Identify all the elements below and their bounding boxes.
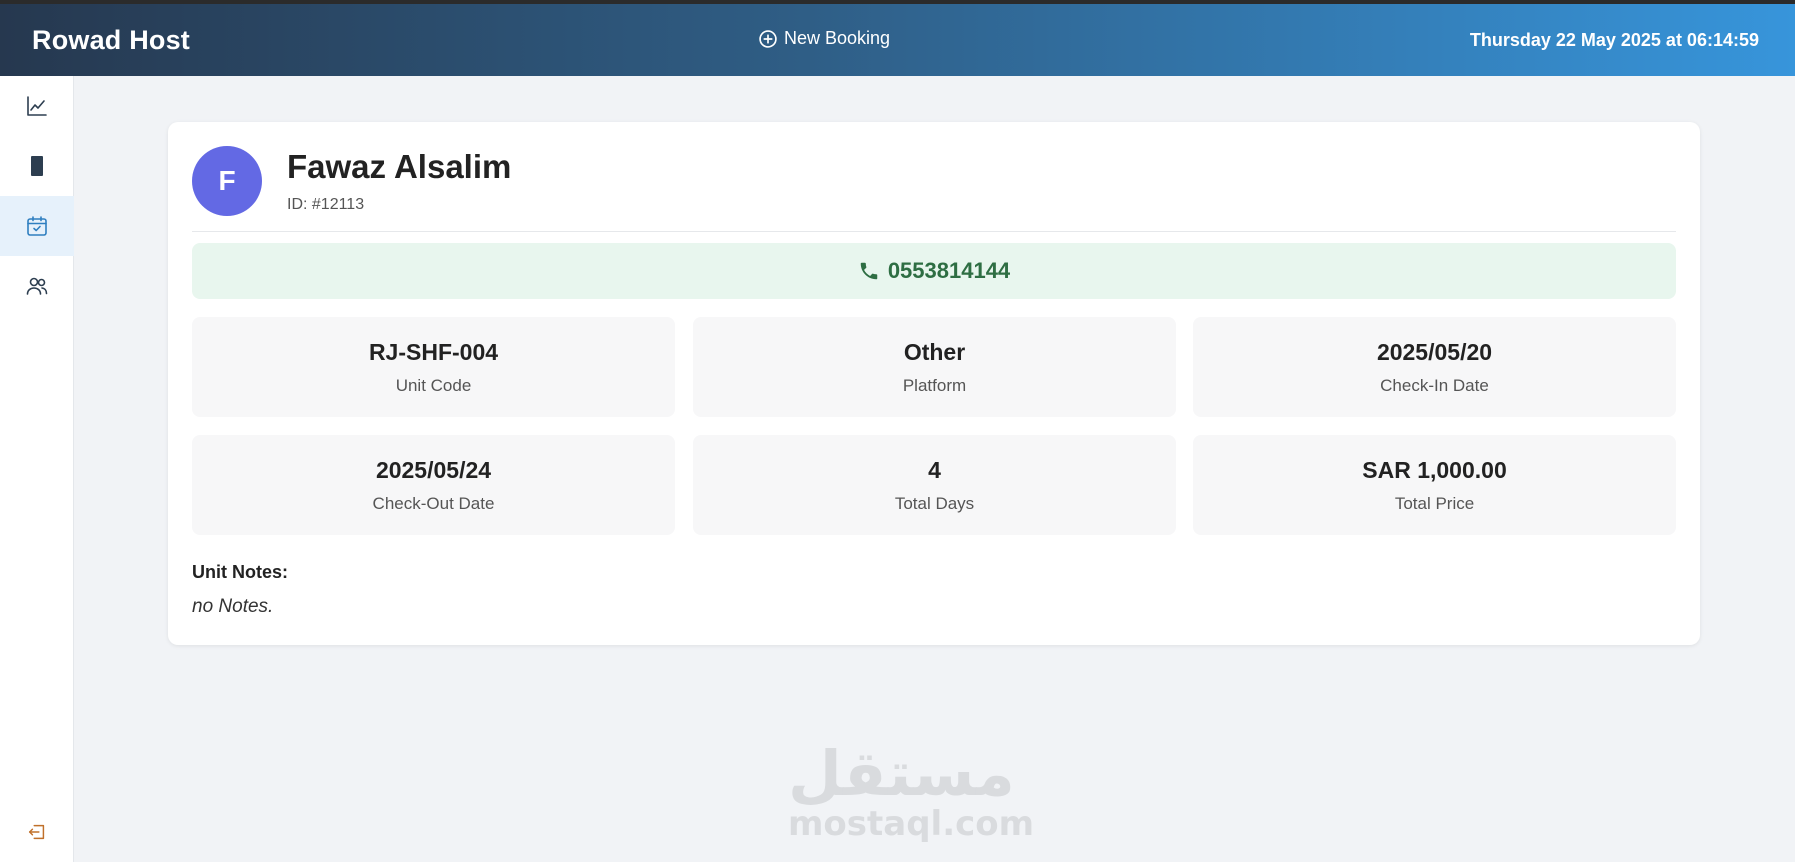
detail-total-days: 4 Total Days [693, 435, 1176, 535]
building-icon [31, 156, 43, 176]
detail-label: Check-In Date [1380, 375, 1489, 395]
users-icon [26, 277, 48, 295]
watermark-latin: mostaql.com [788, 804, 1035, 844]
sidebar-item-units[interactable] [0, 136, 74, 196]
detail-check-out-date: 2025/05/24 Check-Out Date [192, 435, 675, 535]
detail-label: Unit Code [395, 375, 472, 395]
detail-value: 2025/05/24 [375, 456, 492, 483]
top-bar: Rowad Host New Booking Thursday 22 May 2… [0, 0, 1795, 76]
guest-header: F Fawaz Alsalim ID: #12113 [192, 146, 1676, 232]
new-booking-label: New Booking [784, 28, 891, 48]
detail-unit-code: RJ-SHF-004 Unit Code [192, 317, 675, 417]
logout-button[interactable] [0, 812, 74, 852]
detail-value: RJ-SHF-004 [368, 338, 499, 365]
detail-value: SAR 1,000.00 [1362, 456, 1507, 483]
sidebar-item-bookings[interactable] [0, 196, 74, 256]
guest-name: Fawaz Alsalim [287, 148, 512, 185]
avatar: F [192, 146, 262, 216]
chart-line-icon [27, 96, 47, 116]
phone-icon [860, 262, 878, 280]
phone-link[interactable]: 0553814144 [192, 243, 1676, 299]
new-booking-button[interactable]: New Booking [758, 28, 890, 49]
current-datetime: Thursday 22 May 2025 at 06:14:59 [1469, 29, 1759, 50]
detail-label: Total Price [1394, 493, 1475, 513]
detail-label: Check-Out Date [372, 493, 495, 513]
sidebar-item-guests[interactable] [0, 256, 74, 316]
unit-notes-label: Unit Notes: [192, 562, 288, 582]
unit-notes-value: no Notes. [192, 596, 274, 617]
detail-value: 2025/05/20 [1376, 338, 1493, 365]
detail-platform: Other Platform [693, 317, 1176, 417]
booking-detail-card: F Fawaz Alsalim ID: #12113 0553814144 RJ… [168, 122, 1700, 645]
plus-circle-icon [759, 29, 777, 48]
detail-value: 4 [928, 456, 941, 483]
sidebar-item-dashboard[interactable] [0, 76, 74, 136]
sidebar [0, 76, 74, 862]
detail-label: Platform [902, 375, 967, 395]
detail-value: Other [903, 338, 966, 365]
watermark-arabic: مستقل [788, 737, 1015, 810]
calendar-check-icon [27, 216, 47, 236]
detail-label: Total Days [894, 493, 975, 513]
detail-check-in-date: 2025/05/20 Check-In Date [1193, 317, 1676, 417]
guest-id: ID: #12113 [287, 196, 365, 213]
brand-title[interactable]: Rowad Host [32, 25, 190, 56]
logout-icon [28, 824, 45, 840]
detail-total-price: SAR 1,000.00 Total Price [1193, 435, 1676, 535]
phone-number: 0553814144 [887, 258, 1011, 283]
watermark-logo: مستقل mostaql.com [788, 737, 1035, 844]
